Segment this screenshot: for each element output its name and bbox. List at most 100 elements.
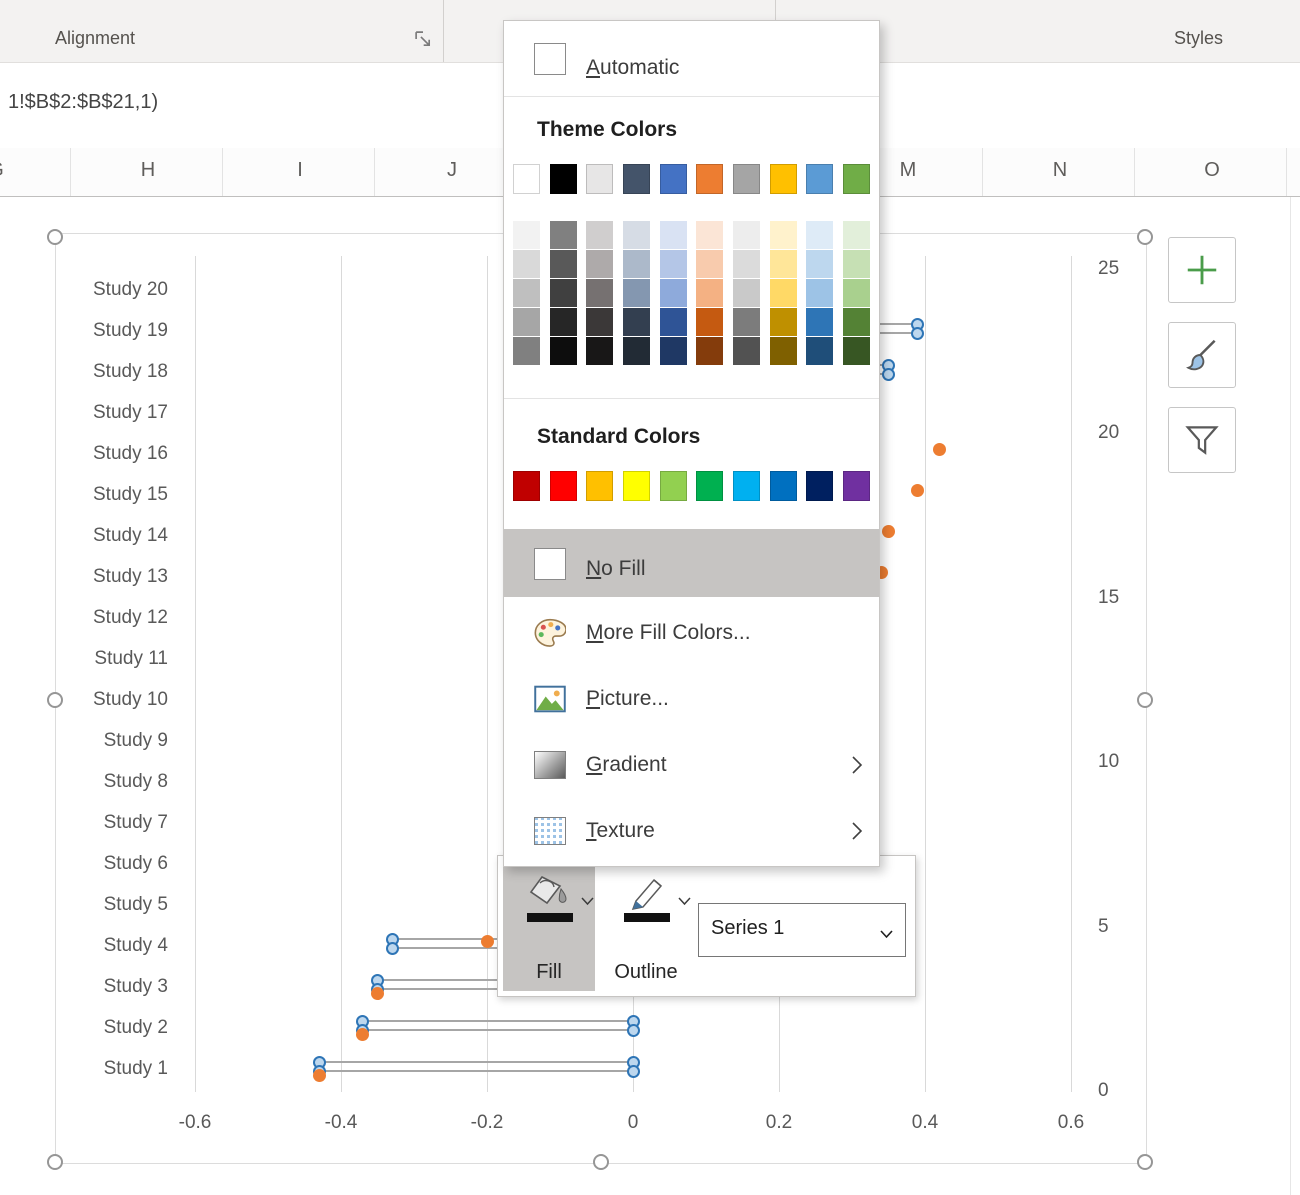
- chart-resize-handle[interactable]: [47, 229, 63, 245]
- theme-variant-swatch[interactable]: [660, 279, 687, 308]
- theme-color-swatch[interactable]: [770, 164, 797, 194]
- standard-color-swatch[interactable]: [843, 471, 870, 501]
- theme-variant-swatch[interactable]: [770, 279, 797, 308]
- theme-variant-swatch[interactable]: [733, 221, 760, 250]
- menu-item-texture[interactable]: Texture: [504, 799, 879, 865]
- theme-variant-swatch[interactable]: [843, 221, 870, 250]
- theme-variant-swatch[interactable]: [623, 337, 650, 366]
- theme-variant-swatch[interactable]: [770, 308, 797, 337]
- column-header-J[interactable]: J: [447, 159, 457, 182]
- theme-variant-swatch[interactable]: [696, 308, 723, 337]
- theme-variant-swatch[interactable]: [586, 279, 613, 308]
- endpoint-marker[interactable]: [627, 1024, 640, 1037]
- theme-variant-swatch[interactable]: [696, 221, 723, 250]
- effect-marker[interactable]: [371, 987, 384, 1000]
- theme-variant-swatch[interactable]: [513, 337, 540, 366]
- chart-filters-button[interactable]: [1168, 407, 1236, 473]
- theme-color-swatch[interactable]: [843, 164, 870, 194]
- chart-elements-button[interactable]: [1168, 237, 1236, 303]
- theme-color-swatch[interactable]: [623, 164, 650, 194]
- chart-styles-button[interactable]: [1168, 322, 1236, 388]
- standard-color-swatch[interactable]: [733, 471, 760, 501]
- series-selector[interactable]: Series 1: [698, 903, 906, 957]
- dialog-launcher-icon[interactable]: [412, 28, 434, 50]
- endpoint-marker[interactable]: [911, 327, 924, 340]
- theme-variant-swatch[interactable]: [513, 279, 540, 308]
- theme-variant-swatch[interactable]: [586, 337, 613, 366]
- theme-variant-swatch[interactable]: [513, 250, 540, 279]
- column-header-N[interactable]: N: [1053, 159, 1067, 182]
- outline-button[interactable]: Outline: [600, 861, 692, 991]
- menu-item-more-fill-colors[interactable]: More Fill Colors...: [504, 601, 879, 667]
- standard-color-swatch[interactable]: [513, 471, 540, 501]
- theme-variant-swatch[interactable]: [513, 221, 540, 250]
- theme-variant-swatch[interactable]: [586, 250, 613, 279]
- chart-resize-handle[interactable]: [1137, 1154, 1153, 1170]
- column-header-G[interactable]: G: [0, 159, 4, 182]
- theme-variant-swatch[interactable]: [550, 279, 577, 308]
- theme-variant-swatch[interactable]: [696, 250, 723, 279]
- endpoint-marker[interactable]: [882, 368, 895, 381]
- theme-variant-swatch[interactable]: [696, 337, 723, 366]
- theme-variant-swatch[interactable]: [733, 250, 760, 279]
- theme-variant-swatch[interactable]: [733, 308, 760, 337]
- standard-color-swatch[interactable]: [806, 471, 833, 501]
- theme-variant-swatch[interactable]: [623, 221, 650, 250]
- theme-variant-swatch[interactable]: [733, 279, 760, 308]
- column-header-I[interactable]: I: [297, 159, 303, 182]
- theme-variant-swatch[interactable]: [586, 308, 613, 337]
- menu-item-picture[interactable]: Picture...: [504, 667, 879, 733]
- menu-item-automatic[interactable]: Automatic: [504, 31, 879, 85]
- theme-color-swatch[interactable]: [660, 164, 687, 194]
- endpoint-marker[interactable]: [627, 1065, 640, 1078]
- column-header-H[interactable]: H: [141, 159, 155, 182]
- formula-bar-value[interactable]: 1!$B$2:$B$21,1): [8, 91, 158, 114]
- theme-variant-swatch[interactable]: [733, 337, 760, 366]
- chart-resize-handle[interactable]: [47, 692, 63, 708]
- theme-variant-swatch[interactable]: [660, 221, 687, 250]
- theme-variant-swatch[interactable]: [806, 221, 833, 250]
- standard-color-swatch[interactable]: [770, 471, 797, 501]
- effect-marker[interactable]: [313, 1069, 326, 1082]
- theme-variant-swatch[interactable]: [623, 279, 650, 308]
- standard-color-swatch[interactable]: [623, 471, 650, 501]
- theme-variant-swatch[interactable]: [843, 337, 870, 366]
- chart-resize-handle[interactable]: [593, 1154, 609, 1170]
- standard-color-swatch[interactable]: [696, 471, 723, 501]
- column-header-O[interactable]: O: [1204, 159, 1220, 182]
- theme-variant-swatch[interactable]: [623, 250, 650, 279]
- theme-variant-swatch[interactable]: [770, 221, 797, 250]
- fill-button[interactable]: Fill: [503, 861, 595, 991]
- theme-variant-swatch[interactable]: [843, 308, 870, 337]
- chart-resize-handle[interactable]: [1137, 692, 1153, 708]
- theme-color-swatch[interactable]: [696, 164, 723, 194]
- standard-color-swatch[interactable]: [586, 471, 613, 501]
- theme-variant-swatch[interactable]: [843, 250, 870, 279]
- theme-variant-swatch[interactable]: [550, 221, 577, 250]
- theme-variant-swatch[interactable]: [806, 308, 833, 337]
- theme-variant-swatch[interactable]: [660, 308, 687, 337]
- standard-color-swatch[interactable]: [550, 471, 577, 501]
- theme-variant-swatch[interactable]: [696, 279, 723, 308]
- theme-variant-swatch[interactable]: [843, 279, 870, 308]
- standard-color-swatch[interactable]: [660, 471, 687, 501]
- theme-variant-swatch[interactable]: [623, 308, 650, 337]
- menu-item-no-fill[interactable]: No Fill: [504, 529, 879, 597]
- theme-variant-swatch[interactable]: [660, 337, 687, 366]
- theme-variant-swatch[interactable]: [806, 337, 833, 366]
- theme-variant-swatch[interactable]: [806, 279, 833, 308]
- theme-color-swatch[interactable]: [513, 164, 540, 194]
- column-header-M[interactable]: M: [900, 159, 917, 182]
- effect-marker[interactable]: [356, 1028, 369, 1041]
- effect-marker[interactable]: [882, 525, 895, 538]
- theme-variant-swatch[interactable]: [586, 221, 613, 250]
- menu-item-gradient[interactable]: Gradient: [504, 733, 879, 799]
- effect-marker[interactable]: [911, 484, 924, 497]
- theme-variant-swatch[interactable]: [513, 308, 540, 337]
- theme-variant-swatch[interactable]: [806, 250, 833, 279]
- theme-color-swatch[interactable]: [806, 164, 833, 194]
- endpoint-marker[interactable]: [386, 942, 399, 955]
- chart-resize-handle[interactable]: [47, 1154, 63, 1170]
- theme-variant-swatch[interactable]: [550, 250, 577, 279]
- theme-variant-swatch[interactable]: [770, 337, 797, 366]
